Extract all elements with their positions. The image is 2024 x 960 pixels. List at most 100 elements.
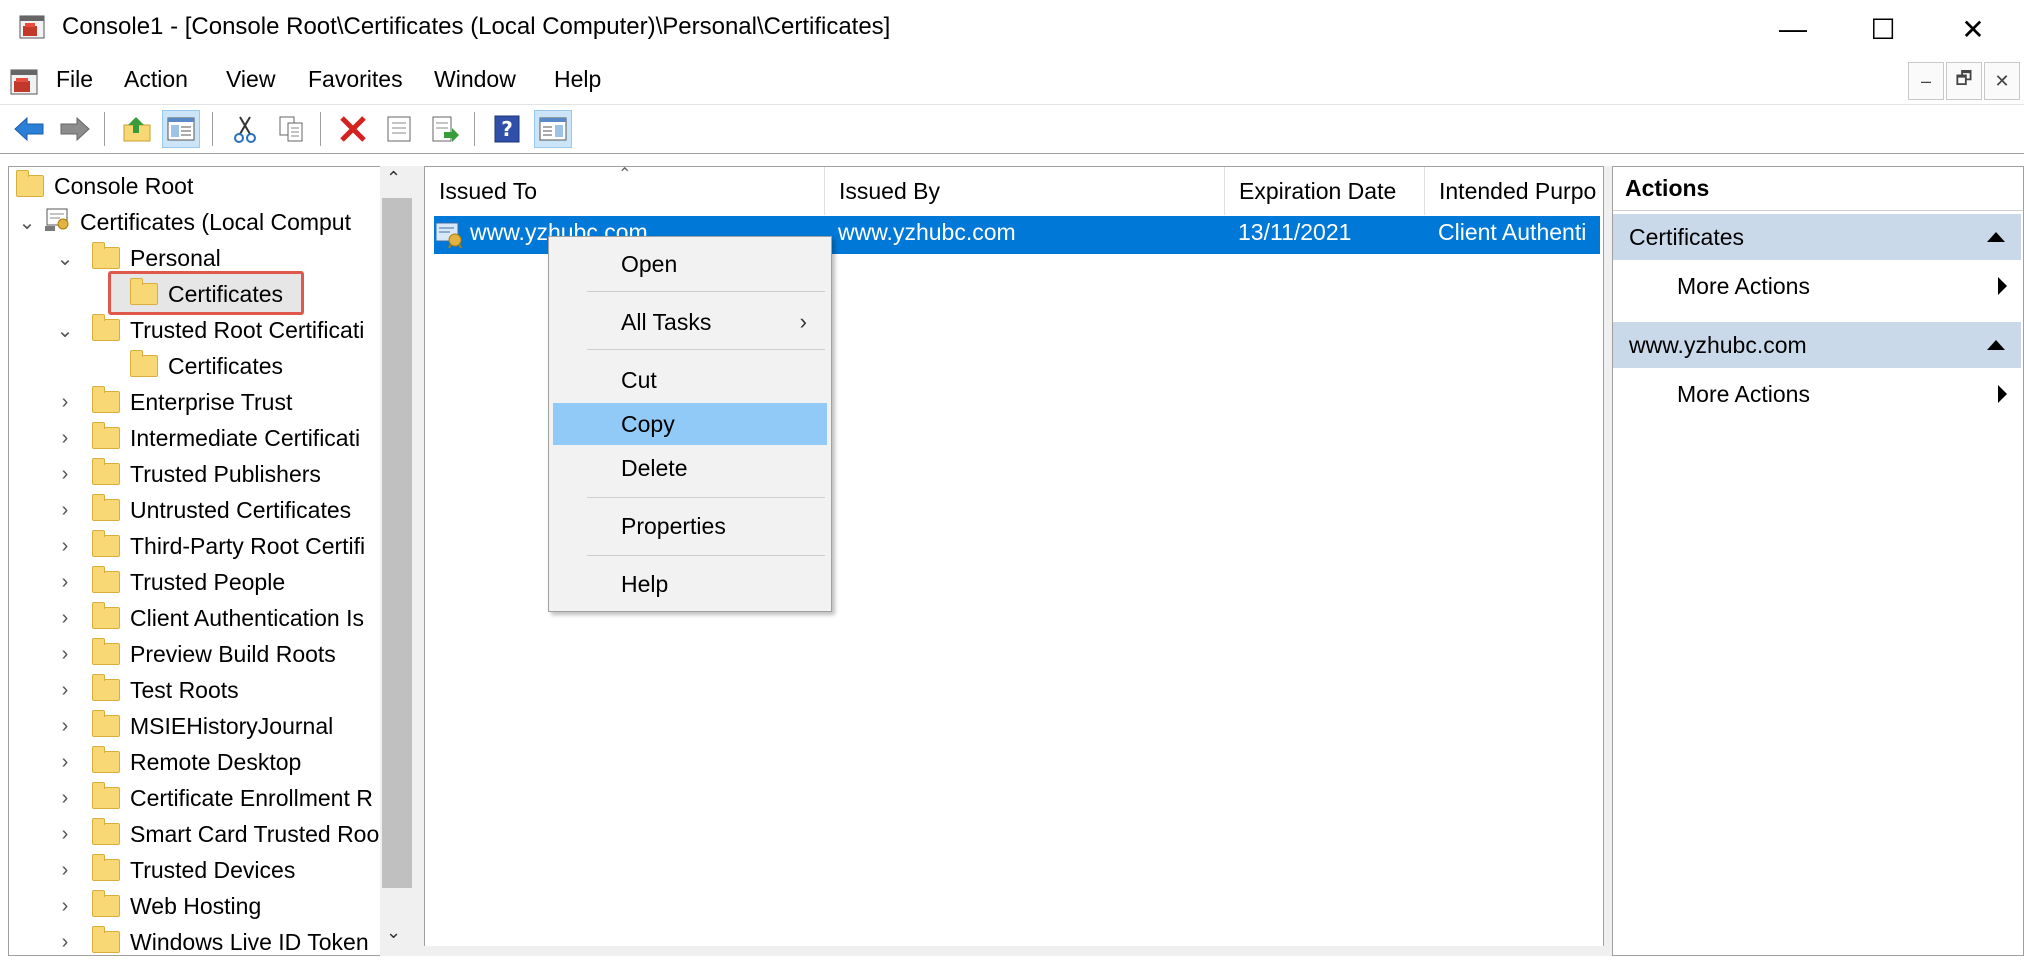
forward-arrow-icon[interactable] <box>56 110 94 148</box>
cut-scissors-icon[interactable] <box>226 110 264 148</box>
chevron-right-icon[interactable]: › <box>54 643 76 666</box>
context-menu-delete[interactable]: Delete <box>553 447 827 489</box>
context-menu-properties[interactable]: Properties <box>553 505 827 547</box>
column-header-intended-purposes[interactable]: Intended Purpo <box>1425 167 1603 215</box>
column-header-issued-by[interactable]: Issued By <box>825 167 1225 215</box>
folder-icon <box>92 566 120 593</box>
context-menu-all-tasks[interactable]: All Tasks › <box>553 301 827 343</box>
folder-icon <box>92 746 120 773</box>
chevron-right-icon[interactable]: › <box>54 715 76 738</box>
export-list-icon[interactable] <box>426 110 464 148</box>
tree-item-certificate-enrollment[interactable]: › Certificate Enrollment R <box>54 780 373 816</box>
context-menu-cut[interactable]: Cut <box>553 359 827 401</box>
context-menu-copy[interactable]: Copy <box>553 403 827 445</box>
tree-item-smart-card-trusted-roots[interactable]: › Smart Card Trusted Roo <box>54 816 379 852</box>
folder-icon <box>92 638 120 665</box>
chevron-right-icon[interactable]: › <box>54 607 76 630</box>
maximize-button[interactable]: ☐ <box>1838 0 1928 58</box>
chevron-right-icon[interactable]: › <box>54 931 76 954</box>
mdi-close-button[interactable]: ✕ <box>1984 62 2020 100</box>
copy-icon[interactable] <box>272 110 310 148</box>
folder-icon <box>92 422 120 449</box>
tree-item-personal[interactable]: ⌄ Personal <box>54 240 221 276</box>
tree-item-certificates-local-computer[interactable]: ⌄ Certificates (Local Comput <box>16 204 351 240</box>
folder-icon <box>92 314 120 341</box>
folder-icon <box>130 350 158 377</box>
tree-item-preview-build-roots[interactable]: › Preview Build Roots <box>54 636 336 672</box>
folder-icon <box>16 170 44 197</box>
menu-action[interactable]: Action <box>124 66 188 93</box>
chevron-right-icon[interactable]: › <box>54 391 76 414</box>
scroll-down-icon[interactable]: ⌄ <box>386 922 401 943</box>
tree-item-third-party-root[interactable]: › Third-Party Root Certifi <box>54 528 365 564</box>
pane-splitter[interactable] <box>1604 166 1612 956</box>
delete-icon[interactable] <box>334 110 372 148</box>
chevron-right-icon[interactable]: › <box>54 859 76 882</box>
tree-item-remote-desktop[interactable]: › Remote Desktop <box>54 744 301 780</box>
minimize-button[interactable]: — <box>1748 0 1838 58</box>
chevron-down-icon[interactable]: ⌄ <box>54 318 76 343</box>
context-menu-help[interactable]: Help <box>553 563 827 605</box>
up-one-level-icon[interactable] <box>118 110 156 148</box>
pane-splitter[interactable] <box>414 166 424 956</box>
actions-more-actions[interactable]: More Actions <box>1613 264 2021 308</box>
menu-view[interactable]: View <box>226 66 275 93</box>
mdi-minimize-button[interactable]: – <box>1908 62 1944 100</box>
chevron-right-icon[interactable]: › <box>54 427 76 450</box>
folder-icon <box>92 854 120 881</box>
context-menu-open[interactable]: Open <box>553 243 827 285</box>
chevron-right-icon[interactable]: › <box>54 679 76 702</box>
properties-icon[interactable] <box>380 110 418 148</box>
tree-item-console-root[interactable]: Console Root <box>16 168 193 204</box>
tree-scrollbar-thumb[interactable] <box>382 198 412 888</box>
show-hide-console-tree-icon[interactable] <box>162 110 200 148</box>
actions-more-actions[interactable]: More Actions <box>1613 372 2021 416</box>
chevron-right-icon[interactable]: › <box>54 895 76 918</box>
chevron-right-icon[interactable]: › <box>54 787 76 810</box>
chevron-right-icon[interactable]: › <box>54 571 76 594</box>
menu-window[interactable]: Window <box>434 66 516 93</box>
tree-item-untrusted[interactable]: › Untrusted Certificates <box>54 492 351 528</box>
tree-item-windows-live-id-token[interactable]: › Windows Live ID Token <box>54 924 369 960</box>
tree-item-label: Smart Card Trusted Roo <box>130 820 380 847</box>
chevron-right-icon[interactable]: › <box>54 751 76 774</box>
actions-group-selected-cert[interactable]: www.yzhubc.com <box>1613 322 2021 368</box>
tree-item-trusted-devices[interactable]: › Trusted Devices <box>54 852 295 888</box>
chevron-right-icon[interactable]: › <box>54 535 76 558</box>
show-hide-action-pane-icon[interactable] <box>534 110 572 148</box>
tree-item-trusted-people[interactable]: › Trusted People <box>54 564 285 600</box>
menu-favorites[interactable]: Favorites <box>308 66 403 93</box>
tree-item-msie-history-journal[interactable]: › MSIEHistoryJournal <box>54 708 333 744</box>
console-menu-icon[interactable] <box>8 66 40 98</box>
scroll-up-icon[interactable]: ⌃ <box>386 168 401 189</box>
mdi-restore-button[interactable]: 🗗 <box>1946 62 1982 100</box>
collapse-triangle-icon[interactable] <box>1987 340 2005 350</box>
collapse-triangle-icon[interactable] <box>1987 232 2005 242</box>
tree-item-trusted-publishers[interactable]: › Trusted Publishers <box>54 456 321 492</box>
chevron-right-icon[interactable]: › <box>54 499 76 522</box>
tree-item-client-auth-issuers[interactable]: › Client Authentication Is <box>54 600 364 636</box>
tree-item-test-roots[interactable]: › Test Roots <box>54 672 239 708</box>
close-button[interactable]: ✕ <box>1928 0 2018 58</box>
tree-item-web-hosting[interactable]: › Web Hosting <box>54 888 261 924</box>
column-header-expiration-date[interactable]: Expiration Date <box>1225 167 1425 215</box>
tree-item-trusted-root-certificates[interactable]: Certificates <box>130 348 283 384</box>
back-arrow-icon[interactable] <box>10 110 48 148</box>
mdi-controls: – 🗗 ✕ <box>1908 62 2022 100</box>
chevron-down-icon[interactable]: ⌄ <box>54 246 76 271</box>
help-icon[interactable]: ? <box>488 110 526 148</box>
cell-expiration-date: 13/11/2021 <box>1238 219 1352 245</box>
tree-item-label: Intermediate Certificati <box>130 424 361 451</box>
tree-item-trusted-root[interactable]: ⌄ Trusted Root Certificati <box>54 312 364 348</box>
chevron-down-icon[interactable]: ⌄ <box>16 210 38 235</box>
tree-item-personal-certificates[interactable]: Certificates <box>130 276 283 312</box>
actions-group-certificates[interactable]: Certificates <box>1613 214 2021 260</box>
menu-file[interactable]: File <box>56 66 93 93</box>
chevron-right-icon[interactable]: › <box>54 463 76 486</box>
list-horizontal-scrollbar[interactable] <box>424 946 1604 956</box>
tree-item-intermediate[interactable]: › Intermediate Certificati <box>54 420 360 456</box>
menu-help[interactable]: Help <box>554 66 601 93</box>
tree-item-enterprise-trust[interactable]: › Enterprise Trust <box>54 384 292 420</box>
mmc-app-icon[interactable] <box>18 12 48 42</box>
chevron-right-icon[interactable]: › <box>54 823 76 846</box>
